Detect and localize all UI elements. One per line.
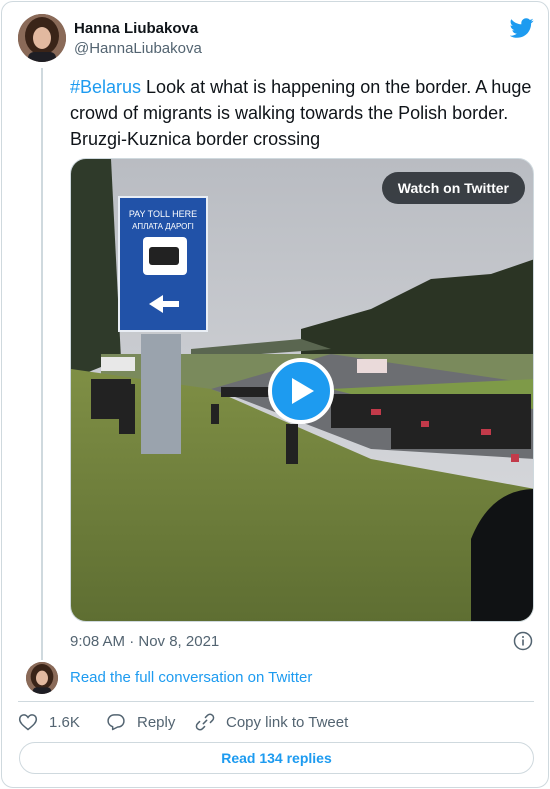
reply-label: Reply: [137, 714, 176, 731]
thread-line: [41, 68, 43, 660]
author-name[interactable]: Hanna Liubakova: [74, 20, 198, 37]
sign-line-1: PAY TOLL HERE: [129, 209, 197, 219]
avatar[interactable]: [18, 14, 66, 62]
like-count: 1.6K: [49, 714, 80, 731]
info-icon[interactable]: [513, 631, 533, 651]
tweet-header: Hanna Liubakova @HannaLiubakova: [18, 14, 534, 62]
read-conversation-label[interactable]: Read the full conversation on Twitter: [70, 669, 312, 686]
play-icon: [292, 378, 314, 404]
video-player[interactable]: PAY TOLL HERE АПЛАТА ДАРОГІ Watch on Twi…: [70, 158, 534, 622]
watch-on-twitter-button[interactable]: Watch on Twitter: [381, 172, 525, 204]
twitter-bird-icon[interactable]: [510, 16, 534, 40]
hashtag-link[interactable]: #Belarus: [70, 77, 141, 97]
reply-icon: [107, 714, 125, 731]
link-icon: [195, 713, 215, 731]
divider: [18, 701, 534, 702]
tweet-text: #Belarus Look at what is happening on th…: [70, 74, 532, 152]
read-conversation-link[interactable]: Read the full conversation on Twitter: [26, 662, 526, 694]
copy-link-label: Copy link to Tweet: [226, 714, 349, 731]
copy-link-button[interactable]: Copy link to Tweet: [195, 710, 365, 736]
reply-button[interactable]: Reply: [106, 710, 186, 736]
read-replies-button[interactable]: Read 134 replies: [19, 742, 534, 774]
tweet-actions: 1.6K Reply Copy link to Tweet: [18, 710, 534, 736]
sign-line-2: АПЛАТА ДАРОГІ: [132, 222, 194, 231]
play-button[interactable]: [268, 358, 334, 424]
tweet-card: Hanna Liubakova @HannaLiubakova #Belarus…: [1, 1, 549, 788]
heart-icon: [18, 714, 38, 731]
author-handle[interactable]: @HannaLiubakova: [74, 40, 202, 57]
tweet-timestamp[interactable]: 9:08 AM · Nov 8, 2021: [70, 633, 219, 650]
like-button[interactable]: 1.6K: [18, 710, 88, 736]
avatar-small: [26, 662, 58, 694]
